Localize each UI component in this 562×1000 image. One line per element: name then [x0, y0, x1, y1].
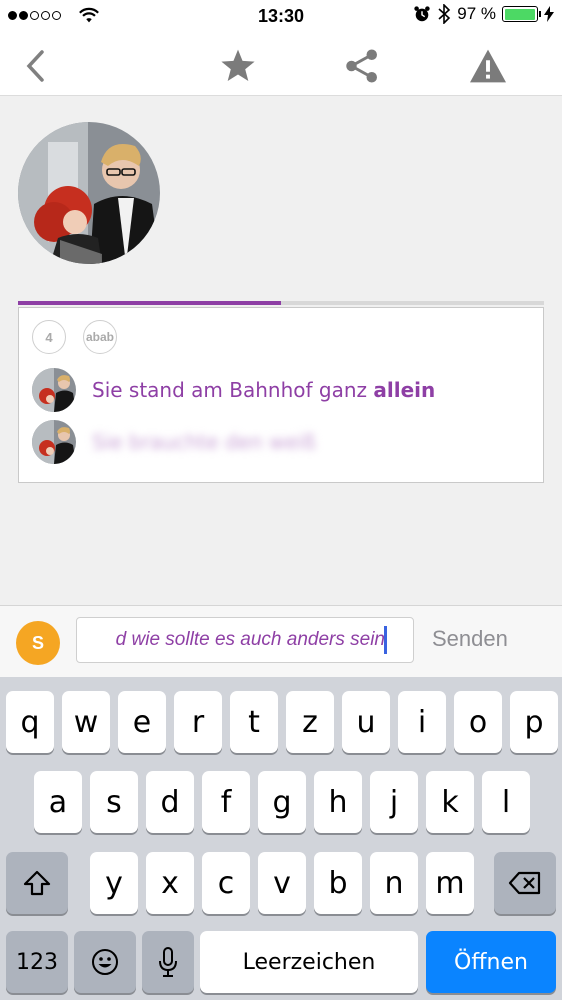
- delete-key[interactable]: [494, 852, 556, 914]
- key-x[interactable]: x: [146, 852, 194, 914]
- warning-icon[interactable]: [468, 46, 508, 86]
- charging-icon: [544, 6, 554, 22]
- emoji-icon: [92, 949, 118, 975]
- key-w[interactable]: w: [62, 691, 110, 753]
- key-y[interactable]: y: [90, 852, 138, 914]
- message-text: Sie stand am Bahnhof ganz allein: [92, 378, 436, 402]
- share-icon[interactable]: [342, 46, 382, 86]
- text-caret: [384, 626, 387, 654]
- key-a[interactable]: a: [34, 771, 82, 833]
- key-t[interactable]: t: [230, 691, 278, 753]
- keyboard: qwertzuiop asdfghjkl yxcvbnm 123 Leerzei…: [0, 677, 562, 1000]
- key-h[interactable]: h: [314, 771, 362, 833]
- key-z[interactable]: z: [286, 691, 334, 753]
- bluetooth-icon: [438, 4, 451, 24]
- key-r[interactable]: r: [174, 691, 222, 753]
- dictation-key[interactable]: [142, 931, 194, 993]
- key-n[interactable]: n: [370, 852, 418, 914]
- key-d[interactable]: d: [146, 771, 194, 833]
- alarm-icon: [414, 6, 430, 22]
- key-c[interactable]: c: [202, 852, 250, 914]
- message-text-hidden: Sie brauchte den weiß: [92, 430, 316, 454]
- key-q[interactable]: q: [6, 691, 54, 753]
- message-input-value: d wie sollte es auch anders sein: [115, 629, 385, 650]
- shift-icon: [23, 870, 51, 896]
- message-composer: S d wie sollte es auch anders sein Sende…: [0, 605, 562, 677]
- emoji-key[interactable]: [74, 931, 136, 993]
- sender-avatar: [32, 368, 76, 412]
- status-bar: 13:30 97 %: [0, 0, 562, 34]
- space-key[interactable]: Leerzeichen: [200, 931, 418, 993]
- numbers-key[interactable]: 123: [6, 931, 68, 993]
- story-progress-bar: [18, 301, 544, 305]
- key-v[interactable]: v: [258, 852, 306, 914]
- star-icon[interactable]: [218, 46, 258, 86]
- key-l[interactable]: l: [482, 771, 530, 833]
- backspace-icon: [508, 871, 541, 895]
- key-e[interactable]: e: [118, 691, 166, 753]
- key-u[interactable]: u: [342, 691, 390, 753]
- battery-percent: 97 %: [457, 4, 496, 23]
- sender-avatar: [32, 420, 76, 464]
- navigation-bar: [0, 34, 562, 96]
- message-input[interactable]: d wie sollte es auch anders sein: [76, 617, 414, 663]
- key-m[interactable]: m: [426, 852, 474, 914]
- key-o[interactable]: o: [454, 691, 502, 753]
- ab-badge: abab: [83, 320, 117, 354]
- battery-icon: [502, 6, 541, 22]
- key-k[interactable]: k: [426, 771, 474, 833]
- count-badge: 4: [32, 320, 66, 354]
- send-button[interactable]: Senden: [432, 626, 508, 652]
- message-row: Sie brauchte den weiß: [32, 419, 316, 465]
- key-j[interactable]: j: [370, 771, 418, 833]
- shift-key[interactable]: [6, 852, 68, 914]
- key-g[interactable]: g: [258, 771, 306, 833]
- return-key[interactable]: Öffnen: [426, 931, 556, 993]
- key-f[interactable]: f: [202, 771, 250, 833]
- chat-preview-card: 4 abab Sie stand am Bahnhof ganz allein: [18, 307, 544, 483]
- microphone-icon: [159, 947, 177, 977]
- user-avatar[interactable]: S: [16, 621, 60, 665]
- key-i[interactable]: i: [398, 691, 446, 753]
- story-cover-image: [18, 122, 160, 264]
- back-chevron-icon[interactable]: [16, 46, 56, 86]
- key-b[interactable]: b: [314, 852, 362, 914]
- message-row: Sie stand am Bahnhof ganz allein: [32, 367, 435, 413]
- key-s[interactable]: s: [90, 771, 138, 833]
- key-p[interactable]: p: [510, 691, 558, 753]
